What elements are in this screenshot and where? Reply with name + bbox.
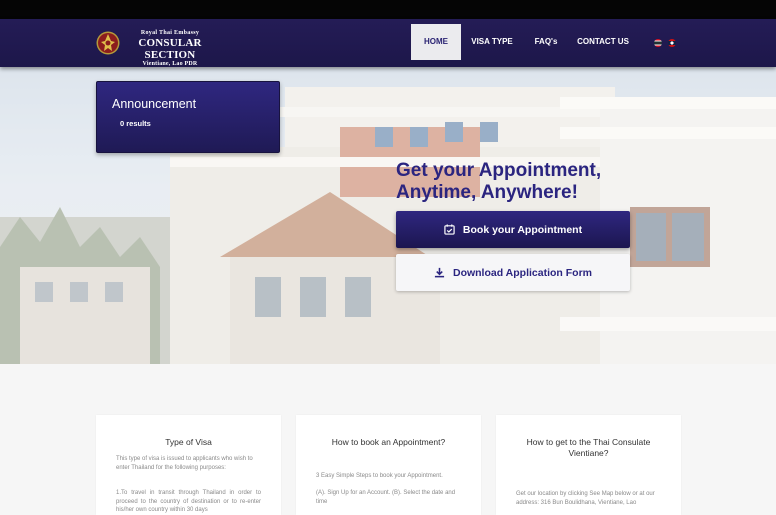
navbar: Royal Thai Embassy CONSULAR SECTION Vien… bbox=[0, 19, 776, 67]
top-black-strip bbox=[0, 0, 776, 19]
hero-headline-line2: Anytime, Anywhere! bbox=[396, 182, 578, 203]
lao-flag-icon[interactable] bbox=[668, 39, 676, 47]
announcement-panel: Announcement 0 results bbox=[96, 81, 280, 153]
card-text: This type of visa is issued to applicant… bbox=[116, 456, 253, 471]
download-icon bbox=[434, 267, 445, 278]
hero-headline-line1: Get your Appointment, bbox=[396, 160, 602, 181]
card-text-2: 1.To travel in transit through Thailand … bbox=[116, 490, 261, 513]
nav-faqs[interactable]: FAQ's bbox=[523, 24, 569, 60]
card-title: How to get to the Thai Consulate Vientia… bbox=[526, 437, 651, 458]
download-form-label: Download Application Form bbox=[452, 266, 593, 279]
main-nav: HOME VISA TYPE FAQ's CONTACT US bbox=[411, 24, 637, 60]
announcement-count: 0 results bbox=[120, 119, 151, 128]
embassy-emblem-icon[interactable] bbox=[96, 29, 120, 57]
book-appointment-label: Book your Appointment bbox=[462, 223, 583, 236]
card-location: How to get to the Thai Consulate Vientia… bbox=[496, 415, 681, 515]
book-appointment-button[interactable]: Book your Appointment bbox=[396, 211, 630, 248]
card-title: How to book an Appointment? bbox=[331, 437, 446, 447]
thai-flag-icon[interactable] bbox=[654, 39, 662, 47]
card-text: Get our location by clicking See Map bel… bbox=[516, 491, 655, 506]
card-text-2: (A). Sign Up for an Account. (B). Select… bbox=[316, 490, 456, 505]
nav-contact-us[interactable]: CONTACT US bbox=[569, 24, 637, 60]
hero-headline: Get your Appointment, Anytime, Anywhere! bbox=[396, 160, 601, 204]
card-type-of-visa: Type of Visa This type of visa is issued… bbox=[96, 415, 281, 515]
card-book-appointment: How to book an Appointment? 3 Easy Simpl… bbox=[296, 415, 481, 515]
card-text: 3 Easy Simple Steps to book your Appoint… bbox=[316, 473, 443, 479]
language-switcher bbox=[654, 39, 676, 47]
nav-home[interactable]: HOME bbox=[411, 24, 461, 60]
brand-line-1: Royal Thai Embassy bbox=[140, 30, 200, 36]
calendar-check-icon bbox=[444, 224, 455, 235]
announcement-title: Announcement bbox=[112, 97, 197, 111]
card-title: Type of Visa bbox=[165, 437, 212, 447]
brand-line-3: Vientiane, Lao PDR bbox=[142, 61, 198, 67]
brand-line-2: CONSULAR SECTION bbox=[138, 37, 202, 61]
download-form-button[interactable]: Download Application Form bbox=[396, 254, 630, 291]
nav-visa-type[interactable]: VISA TYPE bbox=[461, 24, 523, 60]
brand-wordmark[interactable]: Royal Thai Embassy CONSULAR SECTION Vien… bbox=[120, 30, 220, 68]
